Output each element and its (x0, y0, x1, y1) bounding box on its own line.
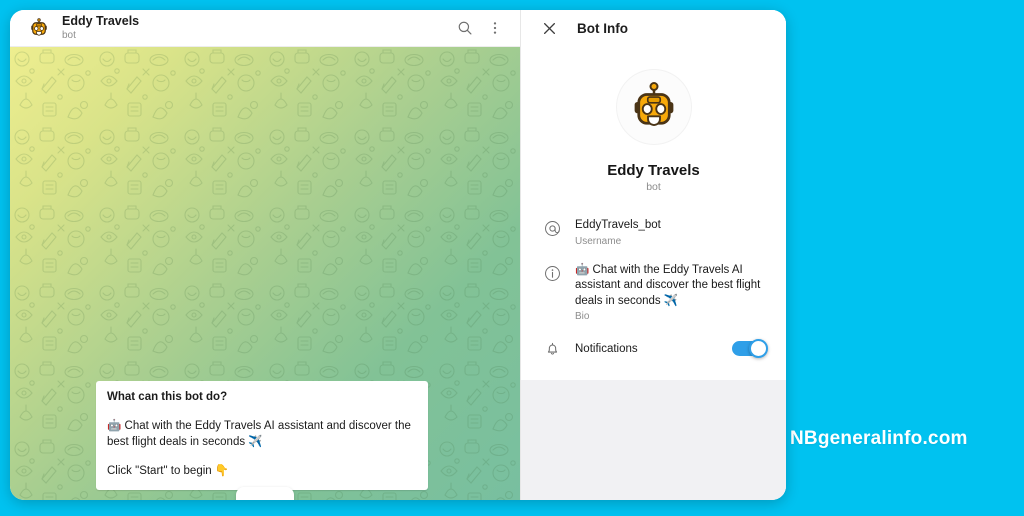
info-circle-icon (537, 263, 567, 282)
message-cta: Click "Start" to begin 👇 (107, 465, 230, 477)
page-background: NBgeneralinfo.com Eddy Travels bot What … (0, 0, 1024, 516)
info-row-bio-text: 🤖 Chat with the Eddy Travels AI assistan… (567, 263, 770, 325)
more-vertical-icon[interactable] (482, 15, 508, 41)
bot-info-header: Bot Info (521, 10, 786, 47)
bot-message-bubble: What can this bot do? 🤖 Chat with the Ed… (96, 381, 428, 490)
bot-kind: bot (646, 181, 661, 193)
robot-avatar-icon[interactable] (615, 69, 692, 145)
username-label: Username (575, 235, 622, 247)
start-button[interactable]: START (236, 487, 294, 500)
search-icon[interactable] (452, 15, 478, 41)
notifications-toggle-knob (749, 338, 768, 358)
info-row-username[interactable]: EddyTravels_bot Username (521, 211, 786, 256)
username-value: EddyTravels_bot (575, 219, 661, 231)
bot-name: Eddy Travels (607, 162, 700, 179)
robot-avatar-icon[interactable] (26, 15, 52, 41)
info-row-notifications[interactable]: Notifications (521, 331, 786, 368)
bot-info-rows: EddyTravels_bot Username 🤖 Chat with the… (521, 211, 786, 368)
bot-info-empty-area (521, 380, 786, 500)
chat-wallpaper: What can this bot do? 🤖 Chat with the Ed… (10, 47, 520, 500)
at-sign-icon (537, 218, 567, 237)
chat-column: Eddy Travels bot What can this bot do? 🤖… (10, 10, 520, 500)
chat-subtitle: bot (62, 30, 76, 41)
info-row-notifications-text: Notifications (567, 343, 732, 355)
message-bio: 🤖 Chat with the Eddy Travels AI assistan… (107, 420, 411, 448)
bot-identity: Eddy Travels bot (521, 47, 786, 193)
telegram-window: Eddy Travels bot What can this bot do? 🤖… (10, 10, 786, 500)
bot-info-title: Bot Info (577, 21, 628, 36)
chat-header-titles: Eddy Travels bot (62, 14, 448, 42)
close-icon[interactable] (537, 17, 561, 41)
bell-icon (537, 340, 567, 357)
bot-info-panel: Bot Info Eddy Travels bot EddyTravels_bo… (520, 10, 786, 500)
watermark-text: NBgeneralinfo.com (790, 428, 968, 449)
notifications-toggle[interactable] (732, 338, 768, 358)
info-row-username-text: EddyTravels_bot Username (567, 218, 770, 249)
info-row-bio[interactable]: 🤖 Chat with the Eddy Travels AI assistan… (521, 256, 786, 332)
bio-label: Bio (575, 311, 590, 322)
bot-info-content: Bot Info Eddy Travels bot EddyTravels_bo… (521, 10, 786, 380)
notifications-label: Notifications (575, 342, 638, 355)
bio-value: 🤖 Chat with the Eddy Travels AI assistan… (575, 263, 761, 307)
chat-header: Eddy Travels bot (10, 10, 520, 47)
message-question: What can this bot do? (107, 391, 228, 403)
chat-title: Eddy Travels (62, 14, 140, 28)
